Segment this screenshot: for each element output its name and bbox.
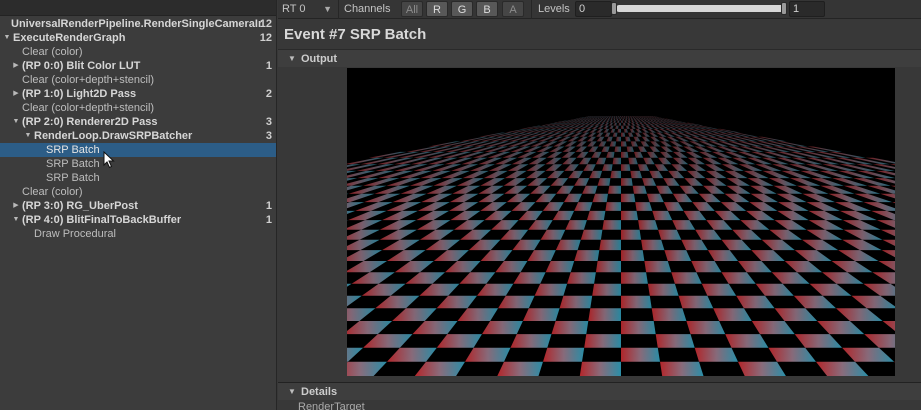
levels-min-handle[interactable] — [611, 2, 617, 15]
toolbar-divider — [531, 0, 532, 19]
tree-row-label: Clear (color) — [22, 46, 83, 58]
tree-row[interactable]: Clear (color) — [0, 45, 276, 59]
event-tree: UniversalRenderPipeline.RenderSingleCame… — [0, 17, 276, 241]
tree-row-label: RenderLoop.DrawSRPBatcher — [34, 130, 193, 142]
tree-row-label: SRP Batch — [46, 144, 100, 156]
tree-row-label: (RP 1:0) Light2D Pass — [22, 88, 137, 100]
tree-row[interactable]: Draw Procedural — [0, 227, 276, 241]
tree-row[interactable]: SRP Batch — [0, 157, 276, 171]
event-title: Event #7 SRP Batch — [284, 26, 427, 43]
render-target-label: RT 0 — [282, 3, 306, 15]
sky-background — [347, 68, 895, 116]
foldout-down-icon: ▼ — [288, 54, 296, 63]
expanded-arrow-icon[interactable]: ▼ — [2, 31, 12, 45]
tree-row-label: SRP Batch — [46, 158, 100, 170]
tree-row-draw-count: 3 — [265, 116, 272, 128]
tree-row[interactable]: ▶ (RP 1:0) Light2D Pass 2 — [0, 87, 276, 101]
channel-button-all[interactable]: All — [401, 1, 423, 17]
tree-row[interactable]: ▼ (RP 4:0) BlitFinalToBackBuffer 1 — [0, 213, 276, 227]
expanded-arrow-icon[interactable]: ▼ — [23, 129, 33, 143]
expanded-arrow-icon[interactable]: ▼ — [11, 115, 21, 129]
tree-row[interactable]: ▶ (RP 0:0) Blit Color LUT 1 — [0, 59, 276, 73]
tree-row[interactable]: ▼ ExecuteRenderGraph 12 — [0, 31, 276, 45]
tree-row-label: Clear (color+depth+stencil) — [22, 102, 155, 114]
channels-label: Channels — [344, 3, 391, 15]
levels-range-slider[interactable] — [616, 5, 786, 12]
output-section-header[interactable]: ▼ Output — [278, 49, 921, 67]
tree-row-draw-count: 1 — [265, 60, 272, 72]
tree-row[interactable]: SRP Batch — [0, 143, 276, 157]
tree-row-label: Clear (color+depth+stencil) — [22, 74, 155, 86]
tree-search-bar[interactable] — [0, 0, 276, 16]
chevron-down-icon: ▼ — [323, 4, 332, 14]
collapsed-arrow-icon[interactable]: ▶ — [11, 199, 21, 213]
tree-row-draw-count: 12 — [259, 18, 272, 30]
render-target-heading: RenderTarget — [298, 401, 365, 410]
collapsed-arrow-icon[interactable]: ▶ — [11, 59, 21, 73]
channel-button-b[interactable]: B — [476, 1, 498, 17]
channel-button-g[interactable]: G — [451, 1, 473, 17]
tree-row-label: Clear (color) — [22, 186, 83, 198]
tree-row-label: (RP 0:0) Blit Color LUT — [22, 60, 141, 72]
distance-fog — [347, 116, 895, 376]
tree-row[interactable]: ▼ RenderLoop.DrawSRPBatcher 3 — [0, 129, 276, 143]
levels-max-handle[interactable] — [781, 2, 787, 15]
tree-row[interactable]: Clear (color) — [0, 185, 276, 199]
event-tree-panel: UniversalRenderPipeline.RenderSingleCame… — [0, 0, 277, 410]
tree-row-label: (RP 3:0) RG_UberPost — [22, 200, 138, 212]
tree-row-label: ExecuteRenderGraph — [13, 32, 126, 44]
tree-row-draw-count: 2 — [265, 88, 272, 100]
levels-max-field[interactable]: 1 — [789, 1, 825, 17]
tree-row[interactable]: Clear (color+depth+stencil) — [0, 101, 276, 115]
tree-row[interactable]: UniversalRenderPipeline.RenderSingleCame… — [0, 17, 276, 31]
tree-row[interactable]: Clear (color+depth+stencil) — [0, 73, 276, 87]
levels-min-field[interactable]: 0 — [575, 1, 612, 17]
channel-button-r[interactable]: R — [426, 1, 448, 17]
output-toolbar: RT 0 ▼ Channels All R G B A Levels 0 1 — [278, 0, 921, 19]
output-section-label: Output — [301, 53, 338, 65]
levels-label: Levels — [538, 3, 570, 15]
expanded-arrow-icon[interactable]: ▼ — [11, 213, 21, 227]
foldout-down-icon: ▼ — [288, 387, 296, 396]
tree-row[interactable]: SRP Batch — [0, 171, 276, 185]
tree-row-draw-count: 12 — [259, 32, 272, 44]
render-target-dropdown[interactable]: RT 0 ▼ — [280, 0, 336, 19]
details-section-label: Details — [301, 386, 338, 398]
tree-row-label: (RP 4:0) BlitFinalToBackBuffer — [22, 214, 182, 226]
tree-row[interactable]: ▶ (RP 3:0) RG_UberPost 1 — [0, 199, 276, 213]
tree-row-label: UniversalRenderPipeline.RenderSingleCame… — [11, 18, 262, 30]
render-output-preview — [347, 68, 895, 376]
tree-row[interactable]: ▼ (RP 2:0) Renderer2D Pass 3 — [0, 115, 276, 129]
channel-button-a[interactable]: A — [502, 1, 524, 17]
details-section-header[interactable]: ▼ Details — [278, 382, 921, 400]
toolbar-divider — [338, 0, 339, 19]
tree-row-draw-count: 3 — [265, 130, 272, 142]
collapsed-arrow-icon[interactable]: ▶ — [11, 87, 21, 101]
tree-row-label: Draw Procedural — [34, 228, 116, 240]
checkerboard-floor-image — [347, 68, 895, 376]
tree-row-label: (RP 2:0) Renderer2D Pass — [22, 116, 158, 128]
tree-row-draw-count: 1 — [265, 214, 272, 226]
mouse-cursor-icon — [103, 151, 115, 169]
tree-row-label: SRP Batch — [46, 172, 100, 184]
event-details-panel: RT 0 ▼ Channels All R G B A Levels 0 1 Event… — [278, 0, 921, 410]
tree-row-draw-count: 1 — [265, 200, 272, 212]
